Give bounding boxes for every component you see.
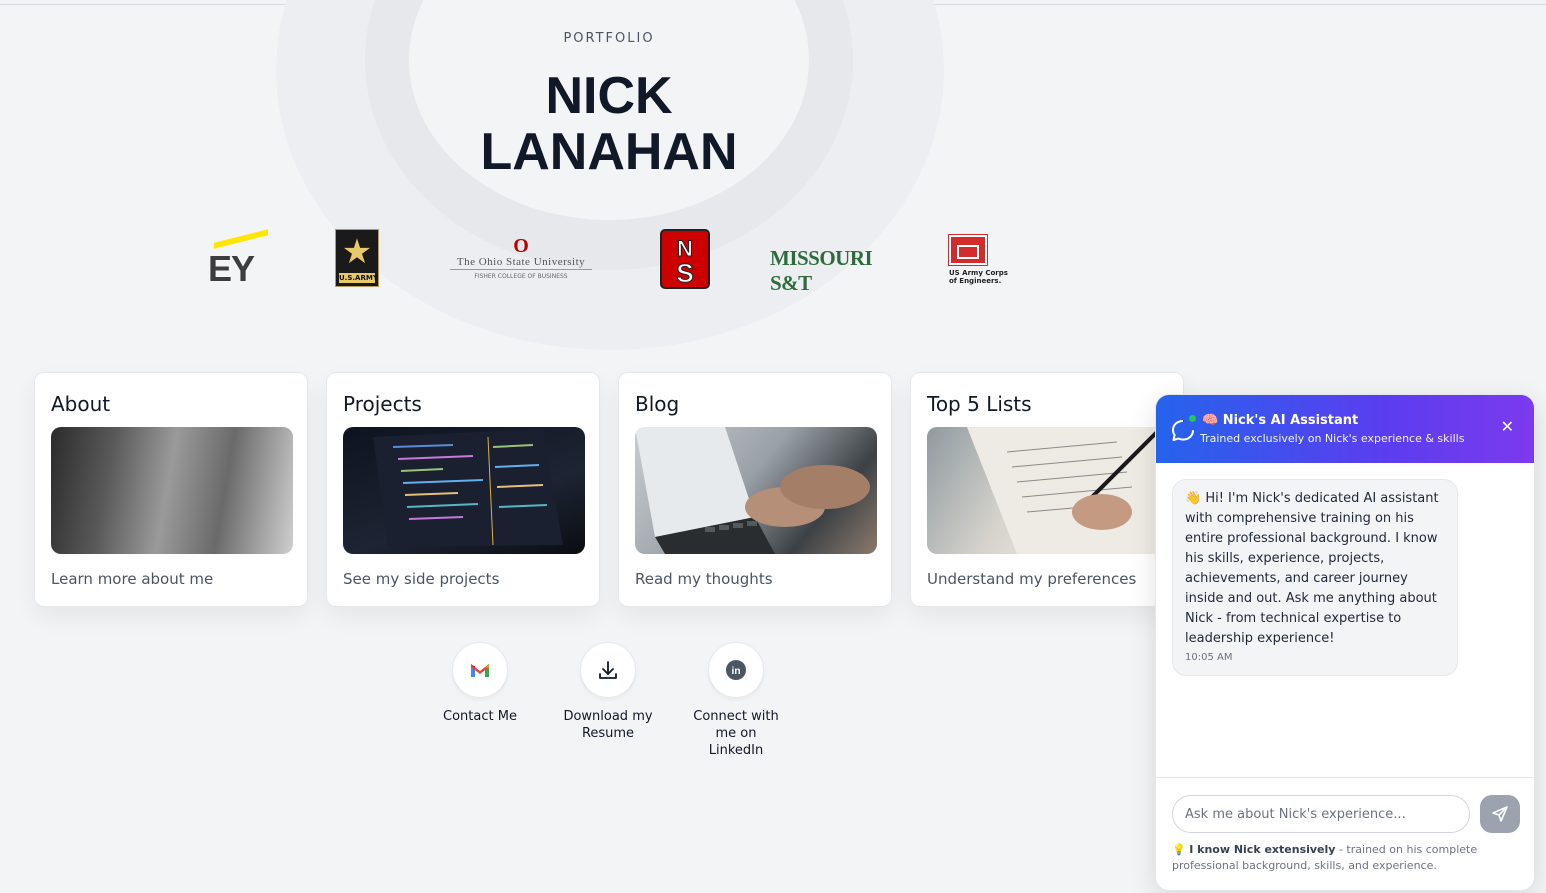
linkedin-button[interactable]: in Connect with me on LinkedIn (676, 642, 796, 759)
card-title: Blog (635, 392, 680, 416)
gmail-icon (471, 664, 489, 677)
castle-icon (949, 235, 987, 265)
card-description: Understand my preferences (927, 570, 1137, 588)
card-blog[interactable]: Blog Read my thoughts (618, 372, 892, 607)
note-bold-text: I know Nick extensively (1189, 843, 1336, 856)
card-title: About (51, 392, 111, 416)
fisher-college-text: FISHER COLLEGE OF BUSINESS (474, 273, 568, 280)
download-icon (599, 661, 617, 679)
assistant-message: 👋 Hi! I'm Nick's dedicated AI assistant … (1172, 479, 1458, 676)
card-projects[interactable]: Projects See my side projects (326, 372, 600, 607)
contact-me-label: Contact Me (443, 709, 517, 724)
linkedin-circle[interactable]: in (708, 642, 764, 698)
ey-logo-text: EY (208, 248, 255, 289)
page-title: NICK LANAHAN (0, 68, 1218, 180)
contact-me-circle[interactable] (452, 642, 508, 698)
top-5-photo (927, 427, 1169, 554)
us-army-logo-text: U.S.ARMY (339, 273, 378, 283)
about-photo (51, 427, 293, 554)
lightbulb-icon: 💡 (1172, 843, 1186, 856)
card-title: Projects (343, 392, 422, 416)
ey-beam (214, 229, 268, 249)
message-timestamp: 10:05 AM (1185, 652, 1233, 663)
card-about[interactable]: About Learn more about me (34, 372, 308, 607)
title-last-name: LANAHAN (480, 123, 738, 181)
download-resume-label: Download my Resume (563, 709, 653, 741)
ai-chat-widget: 🧠 Nick's AI Assistant Trained exclusivel… (1155, 394, 1535, 891)
page-eyebrow: PORTFOLIO (563, 31, 655, 46)
chat-footer-note: 💡 I know Nick extensively - trained on h… (1172, 842, 1522, 874)
card-title: Top 5 Lists (927, 392, 1032, 416)
online-status-dot (1189, 415, 1196, 422)
usace-logo-text: US Army Corps of Engineers. (949, 269, 1008, 285)
blog-photo (635, 427, 877, 554)
send-button[interactable] (1480, 795, 1520, 833)
card-top-5-lists[interactable]: Top 5 Lists Understand my preferences (910, 372, 1184, 607)
svg-text:in: in (732, 666, 741, 677)
us-army-logo: ★ U.S.ARMY (335, 229, 379, 287)
ohio-state-logo: O The Ohio State University FISHER COLLE… (450, 235, 592, 281)
ey-logo: EY (206, 229, 268, 290)
chat-title: 🧠 Nick's AI Assistant (1202, 413, 1359, 428)
nc-state-logo: N S (659, 228, 711, 290)
title-first-name: NICK (545, 67, 673, 125)
linkedin-label: Connect with me on LinkedIn (693, 709, 779, 758)
missouri-st-logo: MISSOURI S&T (770, 246, 873, 295)
chat-header: 🧠 Nick's AI Assistant Trained exclusivel… (1156, 395, 1534, 463)
download-resume-circle[interactable] (580, 642, 636, 698)
card-description: Learn more about me (51, 570, 214, 588)
chat-subtitle: Trained exclusively on Nick's experience… (1200, 432, 1465, 445)
usace-logo: US Army Corps of Engineers. (949, 235, 1015, 285)
ohio-state-logo-text: The Ohio State University (450, 255, 592, 270)
svg-text:S: S (676, 258, 693, 288)
card-description: See my side projects (343, 570, 500, 588)
send-icon (1492, 806, 1508, 822)
message-text: 👋 Hi! I'm Nick's dedicated AI assistant … (1185, 491, 1439, 646)
chat-input[interactable] (1172, 795, 1470, 833)
close-icon[interactable]: ✕ (1501, 419, 1514, 435)
chat-divider (1156, 777, 1534, 778)
card-description: Read my thoughts (635, 570, 773, 588)
ohio-state-o-icon: O (513, 235, 529, 257)
linkedin-icon: in (726, 660, 746, 680)
contact-me-button[interactable]: Contact Me (420, 642, 540, 725)
download-resume-button[interactable]: Download my Resume (548, 642, 668, 742)
projects-photo (343, 427, 585, 554)
star-icon: ★ (341, 232, 373, 272)
